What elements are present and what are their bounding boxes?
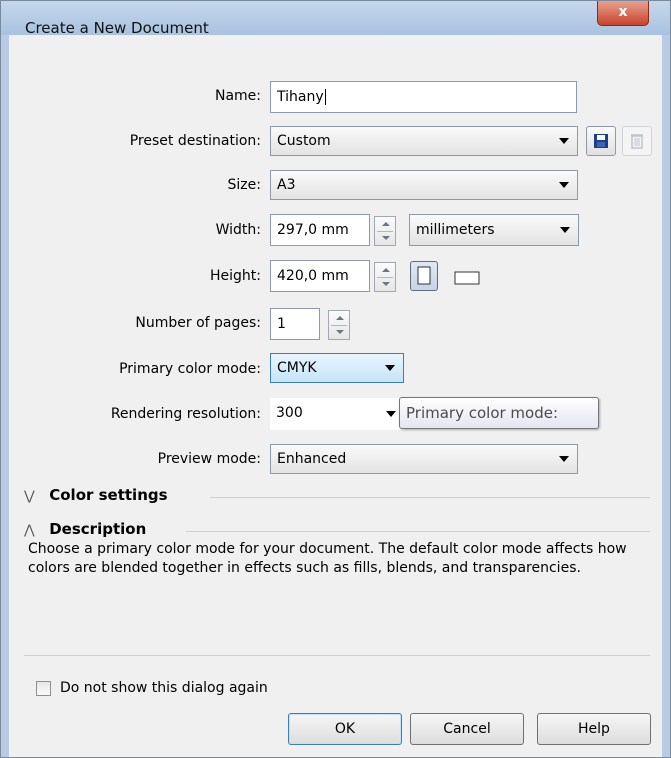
pages-input[interactable]: 1 <box>270 308 320 340</box>
spin-down-icon <box>382 236 390 240</box>
color-mode-value: CMYK <box>277 360 317 376</box>
chevron-down-icon <box>559 182 569 188</box>
size-value: A3 <box>277 177 296 193</box>
portrait-icon <box>417 266 431 285</box>
delete-preset-button[interactable] <box>622 126 652 156</box>
height-value: 420,0 mm <box>277 268 349 284</box>
tooltip: Primary color mode: <box>399 397 599 429</box>
resolution-combo[interactable]: 300 <box>270 398 404 430</box>
chevron-up-double-icon: ⋀ <box>24 523 35 538</box>
name-label: Name: <box>214 88 261 104</box>
landscape-icon <box>454 271 480 285</box>
dont-show-checkbox[interactable] <box>36 681 51 696</box>
window-frame-right <box>662 35 670 757</box>
spin-down-icon <box>336 330 344 334</box>
preview-label: Preview mode: <box>157 451 261 467</box>
width-label: Width: <box>215 222 261 238</box>
units-dropdown[interactable]: millimeters <box>409 214 579 246</box>
pages-stepper[interactable] <box>328 310 350 340</box>
spin-up-icon <box>382 222 390 226</box>
chevron-down-double-icon: ⋁ <box>24 489 35 504</box>
window-title: Create a New Document <box>25 19 209 37</box>
window-frame-left <box>1 35 9 757</box>
close-icon: x <box>618 4 628 20</box>
preset-dropdown[interactable]: Custom <box>270 126 578 156</box>
color-settings-section[interactable]: ⋁ Color settings <box>24 486 168 504</box>
preview-dropdown[interactable]: Enhanced <box>270 444 578 474</box>
landscape-button[interactable] <box>452 264 486 290</box>
chevron-down-icon <box>560 227 570 233</box>
divider <box>24 655 650 656</box>
description-section[interactable]: ⋀ Description <box>24 520 146 538</box>
divider <box>210 497 650 498</box>
resolution-value: 300 <box>276 405 303 421</box>
color-mode-dropdown[interactable]: CMYK <box>270 353 404 383</box>
size-dropdown[interactable]: A3 <box>270 170 578 200</box>
preset-value: Custom <box>277 133 331 149</box>
pages-value: 1 <box>277 316 286 332</box>
pages-label: Number of pages: <box>135 315 261 331</box>
preset-label: Preset destination: <box>129 133 261 149</box>
chevron-down-icon <box>559 456 569 462</box>
spin-up-icon <box>336 316 344 320</box>
resolution-label: Rendering resolution: <box>110 406 261 422</box>
name-input[interactable]: Tihany <box>270 81 577 113</box>
save-preset-button[interactable] <box>586 126 616 156</box>
color-settings-title: Color settings <box>49 486 168 504</box>
save-icon <box>594 134 608 148</box>
units-value: millimeters <box>416 222 495 238</box>
portrait-button[interactable] <box>410 261 438 291</box>
close-button[interactable]: x <box>597 1 649 26</box>
width-value: 297,0 mm <box>277 222 349 238</box>
divider <box>186 531 650 532</box>
description-title: Description <box>49 520 147 538</box>
cancel-button[interactable]: Cancel <box>410 713 524 745</box>
delete-icon <box>631 134 643 149</box>
height-label: Height: <box>210 268 261 284</box>
chevron-down-icon <box>386 411 396 417</box>
height-stepper[interactable] <box>374 262 396 292</box>
width-stepper[interactable] <box>374 216 396 246</box>
title-bar[interactable]: Create a New Document x <box>1 1 670 37</box>
chevron-down-icon <box>385 365 395 371</box>
description-text: Choose a primary color mode for your doc… <box>28 541 627 576</box>
spin-down-icon <box>382 282 390 286</box>
preview-value: Enhanced <box>277 451 347 467</box>
name-value: Tihany <box>277 89 324 105</box>
color-mode-label: Primary color mode: <box>119 361 261 377</box>
width-input[interactable]: 297,0 mm <box>270 214 370 246</box>
dont-show-label: Do not show this dialog again <box>60 680 268 696</box>
help-button[interactable]: Help <box>537 713 651 745</box>
chevron-down-icon <box>559 138 569 144</box>
height-input[interactable]: 420,0 mm <box>270 260 370 292</box>
spin-up-icon <box>382 268 390 272</box>
ok-button[interactable]: OK <box>288 713 402 745</box>
size-label: Size: <box>227 177 261 193</box>
